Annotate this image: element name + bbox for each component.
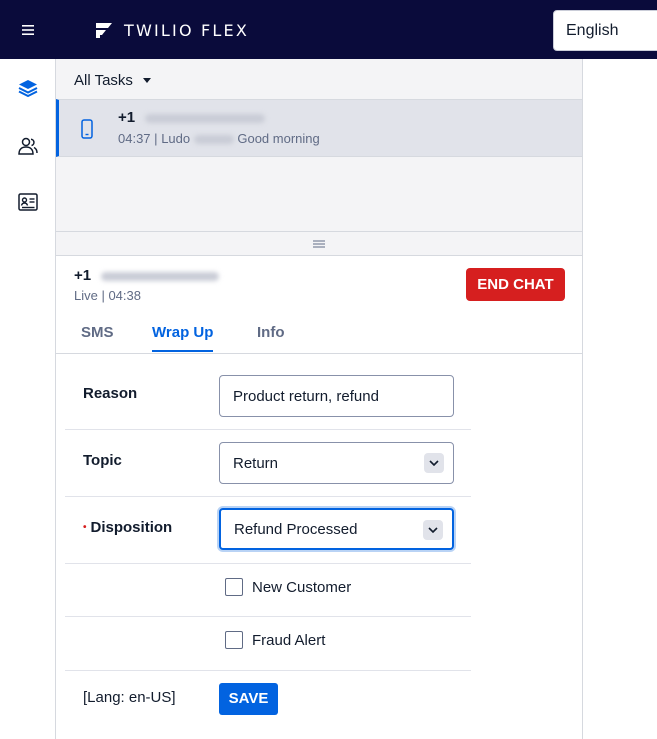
disposition-select[interactable]: Refund Processed xyxy=(219,508,454,550)
end-chat-button[interactable]: END CHAT xyxy=(466,268,565,301)
tab-info[interactable]: Info xyxy=(257,324,285,350)
task-separator: | xyxy=(154,131,158,146)
panel-resize-divider[interactable] xyxy=(56,231,583,256)
fraud-alert-row: Fraud Alert xyxy=(65,618,471,671)
reason-input[interactable]: Product return, refund xyxy=(219,375,454,417)
redacted-number xyxy=(101,271,220,281)
tab-sms[interactable]: SMS xyxy=(81,324,114,350)
task-filter-dropdown[interactable]: All Tasks xyxy=(74,69,151,91)
nav-item-teams[interactable] xyxy=(16,134,40,158)
hamburger-menu-button[interactable] xyxy=(14,19,42,41)
nav-item-directory[interactable] xyxy=(16,190,40,214)
tab-wrap-up[interactable]: Wrap Up xyxy=(152,324,214,352)
checkbox-box[interactable] xyxy=(225,631,243,649)
task-card[interactable]: +1 04:37 | Ludo Good morning xyxy=(56,99,582,157)
task-filter-label: All Tasks xyxy=(74,71,133,89)
nav-item-agent-desktop[interactable] xyxy=(16,76,40,100)
topic-select[interactable]: Return xyxy=(219,442,454,484)
task-phone-number: +1 xyxy=(118,109,266,126)
task-meta: 04:37 | Ludo Good morning xyxy=(118,131,320,146)
task-agent: Ludo xyxy=(161,131,191,146)
disposition-value: Refund Processed xyxy=(234,520,358,538)
task-number-text: +1 xyxy=(118,109,136,126)
topic-row: Topic Return xyxy=(65,431,471,497)
disposition-row: • Disposition Refund Processed xyxy=(65,498,471,564)
teams-icon xyxy=(18,137,38,155)
chevron-down-icon xyxy=(423,520,443,540)
language-note: [Lang: en-US] xyxy=(83,689,176,706)
redacted-number xyxy=(145,113,266,123)
new-customer-row: New Customer xyxy=(65,565,471,617)
side-nav xyxy=(0,59,56,739)
task-preview: Good morning xyxy=(237,131,320,146)
checkbox-box[interactable] xyxy=(225,578,243,596)
task-time: 04:37 xyxy=(118,131,151,146)
flex-logo-icon xyxy=(96,23,112,38)
directory-card-icon xyxy=(18,193,38,211)
task-list-panel: All Tasks +1 04:37 | Ludo Good morning xyxy=(56,59,583,231)
language-select[interactable]: English xyxy=(553,10,657,51)
hamburger-icon xyxy=(22,25,34,35)
fraud-alert-checkbox[interactable]: Fraud Alert xyxy=(225,631,325,649)
required-indicator: • xyxy=(83,522,87,533)
layers-icon xyxy=(18,80,38,97)
redacted-agent-name xyxy=(193,135,234,145)
brand-logo: TWILIO FLEX xyxy=(94,19,249,41)
reason-label: Reason xyxy=(83,385,138,402)
chevron-down-icon xyxy=(424,453,444,473)
save-button[interactable]: SAVE xyxy=(219,683,278,715)
detail-tabs: SMS Wrap Up Info xyxy=(56,320,582,354)
drag-handle-icon xyxy=(313,240,325,248)
new-customer-checkbox[interactable]: New Customer xyxy=(225,578,351,596)
caret-down-icon xyxy=(142,77,151,83)
topic-label: Topic xyxy=(83,452,122,469)
detail-number-text: +1 xyxy=(74,267,92,284)
detail-phone-number: +1 xyxy=(74,267,220,284)
reason-row: Reason Product return, refund xyxy=(65,364,471,430)
topic-value: Return xyxy=(233,454,279,472)
new-customer-label: New Customer xyxy=(252,578,352,596)
top-bar: TWILIO FLEX English xyxy=(0,0,657,59)
brand-name: TWILIO FLEX xyxy=(124,20,250,40)
disposition-label-text: Disposition xyxy=(90,519,173,536)
disposition-label: • Disposition xyxy=(83,519,172,536)
fraud-alert-label: Fraud Alert xyxy=(252,631,326,649)
task-detail-panel: +1 Live | 04:38 END CHAT SMS Wrap Up Inf… xyxy=(56,256,583,739)
detail-status: Live | 04:38 xyxy=(74,288,141,303)
mobile-phone-icon xyxy=(81,119,93,139)
